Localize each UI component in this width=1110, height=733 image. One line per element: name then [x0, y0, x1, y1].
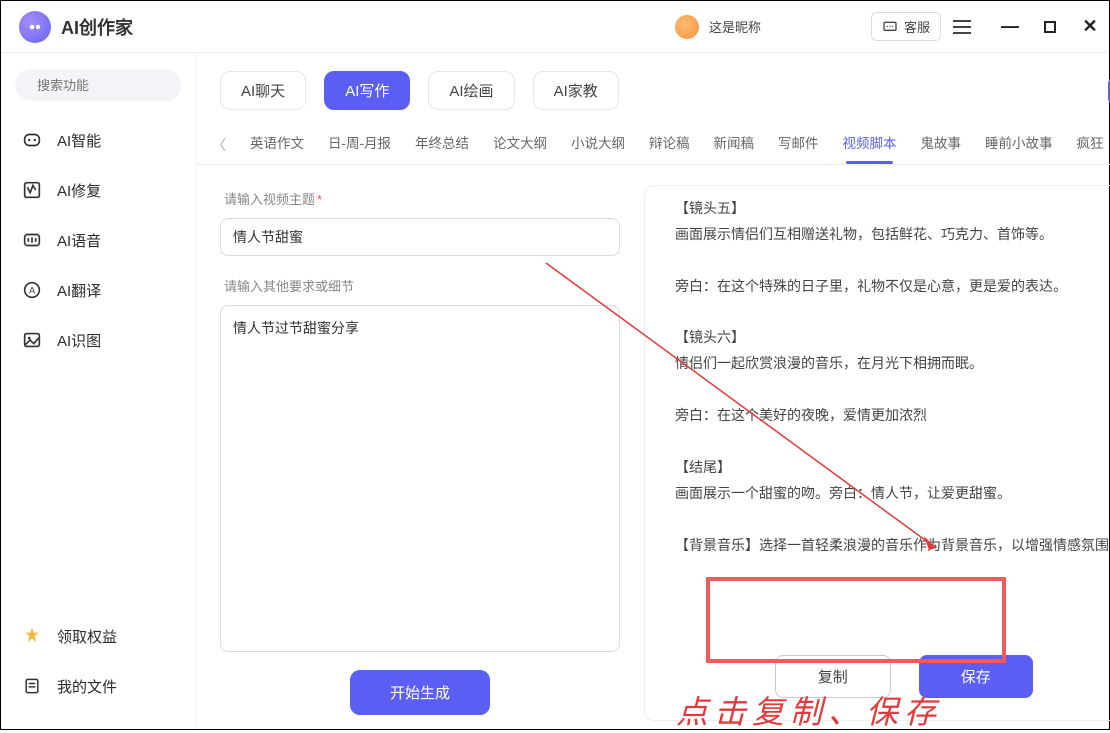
minimize-button[interactable]: —	[1001, 18, 1019, 36]
avatar	[675, 15, 699, 39]
smart-icon	[21, 129, 43, 151]
sidebar-item-label: AI翻译	[57, 280, 101, 301]
sub-tab[interactable]: 鬼故事	[919, 126, 964, 164]
sidebar-item-ai-smart[interactable]: AI智能	[15, 115, 181, 165]
sub-tab[interactable]: 新闻稿	[712, 126, 757, 164]
search-box[interactable]	[15, 69, 181, 101]
sidebar: AI智能 AI修复 AI语音 A AI翻译 AI识图 领取权益 我的文件	[1, 53, 196, 729]
repair-icon	[21, 179, 43, 201]
sidebar-item-label: 领取权益	[57, 626, 117, 647]
topic-label: 请输入视频主题*	[224, 189, 620, 208]
app-logo-icon	[19, 11, 51, 43]
sidebar-item-ai-voice[interactable]: AI语音	[15, 215, 181, 265]
sidebar-item-ai-image[interactable]: AI识图	[15, 315, 181, 365]
sidebar-item-label: AI智能	[57, 130, 101, 151]
save-button[interactable]: 保存	[919, 655, 1033, 698]
output-text: 【镜头五】 画面展示情侣们互相赠送礼物，包括鲜花、巧克力、首饰等。 旁白：在这个…	[675, 196, 1110, 636]
search-input[interactable]	[37, 78, 213, 93]
details-textarea[interactable]	[220, 305, 620, 652]
chat-icon	[882, 19, 898, 35]
reward-icon	[21, 625, 43, 647]
close-button[interactable]: ✕	[1081, 18, 1099, 36]
sidebar-item-label: AI语音	[57, 230, 101, 251]
sub-tab[interactable]: 写邮件	[776, 126, 821, 164]
sidebar-item-rewards[interactable]: 领取权益	[15, 611, 181, 661]
generate-button[interactable]: 开始生成	[350, 670, 490, 715]
scroll-left-icon[interactable]: 〈	[210, 135, 228, 155]
sidebar-item-ai-translate[interactable]: A AI翻译	[15, 265, 181, 315]
sidebar-item-files[interactable]: 我的文件	[15, 661, 181, 711]
output-panel: 【镜头五】 画面展示情侣们互相赠送礼物，包括鲜花、巧克力、首饰等。 旁白：在这个…	[644, 185, 1110, 721]
sub-tab[interactable]: 疯狂	[1075, 126, 1106, 164]
sub-tab[interactable]: 小说大纲	[569, 126, 627, 164]
copy-button[interactable]: 复制	[775, 655, 891, 698]
app-title: AI创作家	[61, 14, 133, 40]
sub-tab[interactable]: 睡前小故事	[983, 126, 1055, 164]
sub-tab[interactable]: 论文大纲	[491, 126, 549, 164]
sidebar-item-label: 我的文件	[57, 676, 117, 697]
nickname-label: 这是昵称	[709, 17, 761, 36]
sidebar-item-label: AI识图	[57, 330, 101, 351]
menu-icon[interactable]	[953, 20, 971, 34]
sub-tab[interactable]: 年终总结	[413, 126, 471, 164]
sub-tab[interactable]: 英语作文	[248, 126, 306, 164]
titlebar: AI创作家 这是昵称 客服 — ✕	[1, 1, 1109, 53]
content-area: AI聊天 AI写作 AI绘画 AI家教 〈 英语作文 日-周-月报 年终总结 论…	[196, 53, 1110, 729]
top-tabs: AI聊天 AI写作 AI绘画 AI家教	[196, 53, 1110, 120]
support-label: 客服	[904, 17, 930, 36]
user-area[interactable]: 这是昵称	[675, 15, 761, 39]
svg-text:A: A	[29, 286, 36, 296]
topic-input[interactable]	[220, 218, 620, 256]
voice-icon	[21, 229, 43, 251]
sidebar-item-ai-repair[interactable]: AI修复	[15, 165, 181, 215]
sidebar-item-label: AI修复	[57, 180, 101, 201]
sub-tabs: 〈 英语作文 日-周-月报 年终总结 论文大纲 小说大纲 辩论稿 新闻稿 写邮件…	[196, 120, 1110, 165]
image-icon	[21, 329, 43, 351]
maximize-button[interactable]	[1041, 18, 1059, 36]
tab-ai-tutor[interactable]: AI家教	[533, 71, 619, 110]
tab-ai-chat[interactable]: AI聊天	[220, 71, 306, 110]
form-panel: 请输入视频主题* 请输入其他要求或细节 开始生成	[220, 185, 620, 721]
translate-icon: A	[21, 279, 43, 301]
tab-ai-write[interactable]: AI写作	[324, 71, 410, 110]
sub-tab[interactable]: 辩论稿	[647, 126, 692, 164]
file-icon	[21, 675, 43, 697]
details-label: 请输入其他要求或细节	[224, 276, 620, 295]
sub-tab[interactable]: 日-周-月报	[326, 126, 393, 164]
sub-tab-active[interactable]: 视频脚本	[841, 126, 899, 164]
window-controls: — ✕	[1001, 18, 1099, 36]
support-button[interactable]: 客服	[871, 12, 941, 41]
tab-ai-draw[interactable]: AI绘画	[428, 71, 514, 110]
